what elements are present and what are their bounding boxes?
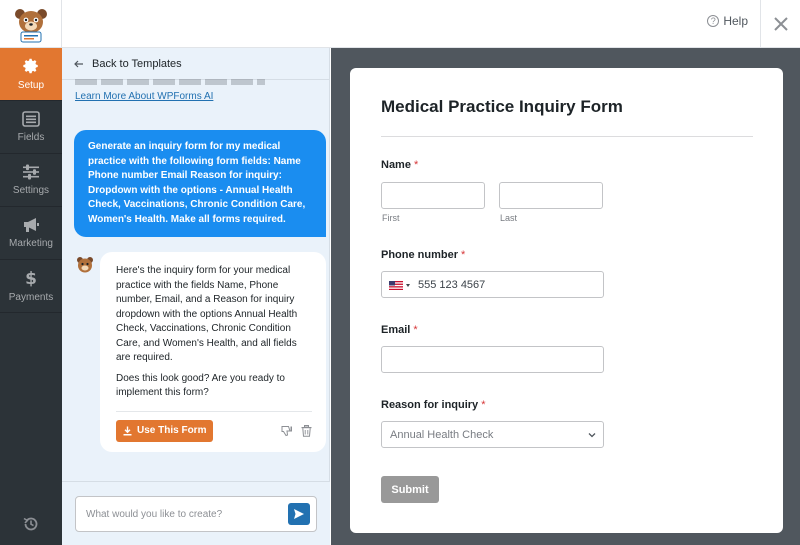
back-to-templates-link[interactable]: Back to Templates: [62, 48, 329, 80]
feedback-actions: [281, 424, 312, 437]
form-preview-card: Medical Practice Inquiry Form Name * Firs…: [350, 68, 783, 533]
reason-selected-value: Annual Health Check: [390, 429, 494, 441]
help-link[interactable]: ? Help: [707, 14, 748, 28]
top-header: ? Help: [0, 0, 800, 48]
last-name-input[interactable]: [499, 182, 603, 209]
last-sublabel: Last: [500, 213, 518, 223]
question-circle-icon: ?: [707, 15, 720, 27]
required-asterisk: *: [413, 159, 419, 171]
sidebar-item-settings[interactable]: Settings: [0, 154, 62, 207]
required-asterisk: *: [413, 324, 418, 336]
form-preview-area: Medical Practice Inquiry Form Name * Firs…: [331, 48, 800, 545]
ai-message-text: Here's the inquiry form for your medical…: [116, 265, 298, 363]
wpforms-logo: [0, 0, 62, 48]
download-icon: [123, 426, 132, 435]
first-sublabel: First: [382, 213, 400, 223]
phone-value: 555 123 4567: [418, 279, 486, 291]
chat-input-placeholder: What would you like to create?: [86, 508, 223, 520]
builder-sidebar: Setup Fields Settings Marketing $ Paymen…: [0, 48, 62, 545]
sidebar-item-label: Payments: [8, 292, 54, 303]
sidebar-item-marketing[interactable]: Marketing: [0, 207, 62, 260]
svg-text:$: $: [25, 269, 37, 287]
title-divider: [381, 136, 753, 137]
phone-label-text: Phone number: [381, 249, 459, 261]
dollar-icon: $: [25, 269, 37, 287]
ai-chat-panel: Back to Templates Learn More About WPFor…: [62, 48, 330, 545]
submit-button[interactable]: Submit: [381, 476, 439, 503]
bear-avatar-icon: [77, 257, 93, 273]
chevron-down-icon: [588, 433, 596, 438]
chat-prompt-input[interactable]: What would you like to create?: [75, 496, 317, 532]
use-this-form-label: Use This Form: [137, 425, 207, 436]
form-title: Medical Practice Inquiry Form: [381, 97, 623, 116]
back-label: Back to Templates: [92, 57, 182, 70]
name-field-label: Name *: [381, 159, 418, 171]
arrow-left-icon: [74, 60, 83, 67]
send-icon: [294, 509, 304, 519]
sliders-icon: [23, 164, 39, 180]
sidebar-item-label: Setup: [17, 80, 45, 91]
close-icon: [773, 17, 788, 31]
reason-field-label: Reason for inquiry *: [381, 399, 485, 411]
trash-icon[interactable]: [301, 424, 312, 437]
chevron-down-icon: [406, 284, 410, 287]
thumbs-down-icon[interactable]: [281, 425, 293, 437]
sidebar-item-fields[interactable]: Fields: [0, 101, 62, 154]
megaphone-icon: [24, 218, 39, 232]
gear-icon: [23, 58, 38, 74]
close-button[interactable]: [760, 0, 800, 48]
bear-logo-icon: [14, 9, 47, 43]
required-asterisk: *: [461, 249, 466, 261]
ai-message-bubble: Here's the inquiry form for your medical…: [100, 252, 326, 452]
revisions-button[interactable]: [0, 515, 62, 533]
ai-actions: Use This Form: [116, 419, 312, 442]
email-label-text: Email: [381, 324, 411, 336]
use-this-form-button[interactable]: Use This Form: [116, 419, 214, 442]
email-input[interactable]: [381, 346, 604, 373]
ai-avatar: [76, 256, 94, 279]
scrolled-text-remnant: [75, 79, 265, 85]
phone-input[interactable]: 555 123 4567: [381, 271, 604, 298]
name-label-text: Name: [381, 159, 411, 171]
history-icon: [23, 517, 38, 531]
sidebar-item-setup[interactable]: Setup: [0, 48, 62, 101]
first-name-input[interactable]: [381, 182, 485, 209]
email-field-label: Email *: [381, 324, 418, 336]
us-flag-icon[interactable]: [389, 281, 403, 290]
reason-label-text: Reason for inquiry: [381, 399, 479, 411]
list-icon: [22, 111, 40, 127]
required-asterisk: *: [481, 399, 486, 411]
help-label: Help: [723, 14, 748, 28]
sidebar-item-label: Marketing: [9, 238, 53, 249]
phone-field-label: Phone number *: [381, 249, 465, 261]
sidebar-item-payments[interactable]: $ Payments: [0, 260, 62, 313]
divider: [116, 410, 312, 412]
sidebar-item-label: Fields: [17, 132, 45, 143]
send-button[interactable]: [288, 503, 310, 525]
chat-input-area: What would you like to create?: [62, 481, 330, 545]
ai-question-text: Does this look good? Are you ready to im…: [116, 372, 285, 399]
sidebar-item-label: Settings: [12, 185, 50, 196]
reason-select[interactable]: Annual Health Check: [381, 421, 604, 448]
user-message-bubble: Generate an inquiry form for my medical …: [74, 130, 326, 237]
learn-more-link[interactable]: Learn More About WPForms AI: [75, 91, 213, 102]
